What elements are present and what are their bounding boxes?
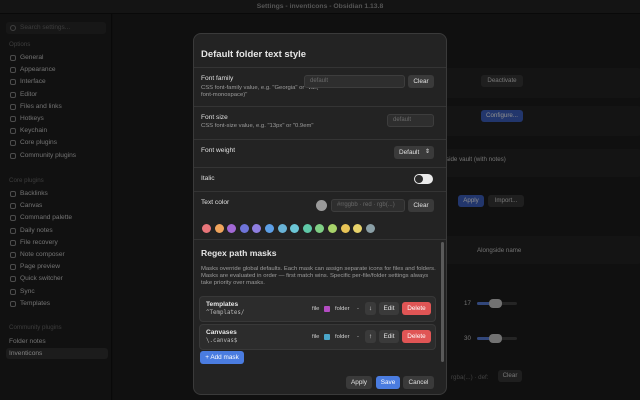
divider <box>194 139 446 140</box>
font-family-clear-button[interactable]: Clear <box>408 75 434 88</box>
mask-row: Templates ^Templates/file folder - ↓ Edit Dele… <box>199 296 436 322</box>
text-color-input[interactable]: #rrggbb · red · rgb(...) <box>331 199 405 212</box>
regex-section-desc: Masks override global defaults. Each mas… <box>201 266 436 287</box>
font-weight-label: Font weight <box>201 147 236 154</box>
mask-pattern: \.canvas$ <box>206 338 238 344</box>
divider <box>194 67 446 68</box>
color-swatch[interactable] <box>252 224 262 233</box>
color-swatch[interactable] <box>277 224 287 233</box>
mask-file-icon[interactable] <box>324 334 330 340</box>
color-picker-swatch[interactable] <box>316 200 327 211</box>
mask-edit-button[interactable]: Edit <box>379 302 399 315</box>
regex-section-title: Regex path masks <box>201 248 277 258</box>
color-swatch[interactable] <box>365 224 375 233</box>
font-size-desc: CSS font-size value, e.g. "13px" or "0.9… <box>201 123 314 129</box>
mask-delete-button[interactable]: Delete <box>402 302 431 315</box>
mask-delete-button[interactable]: Delete <box>402 330 431 343</box>
divider <box>194 167 446 168</box>
save-button[interactable]: Save <box>376 376 400 389</box>
color-swatch[interactable] <box>315 224 325 233</box>
cancel-button[interactable]: Cancel <box>403 376 434 389</box>
mask-file-label: file <box>312 306 320 312</box>
font-family-label: Font family <box>201 75 234 82</box>
font-family-input[interactable]: default <box>304 75 405 88</box>
modal-scrollbar[interactable] <box>441 242 444 362</box>
add-mask-button[interactable]: + Add mask <box>200 351 244 364</box>
font-size-label: Font size <box>201 114 228 121</box>
mask-move-button[interactable]: ↑ <box>365 330 376 343</box>
mask-move-button[interactable]: ↓ <box>365 302 376 315</box>
color-swatch[interactable] <box>302 224 312 233</box>
mask-folder-value: - <box>357 306 359 312</box>
color-swatch[interactable] <box>290 224 300 233</box>
color-swatch[interactable] <box>265 224 274 233</box>
color-swatch[interactable] <box>227 224 237 233</box>
mask-file-icon[interactable] <box>324 306 330 312</box>
divider <box>194 106 446 107</box>
mask-name: Canvases <box>206 329 237 336</box>
font-weight-select[interactable]: Default ⇕ <box>394 146 434 159</box>
mask-row: Canvases \.canvas$ file folder - ↑ Edit Delete <box>199 324 436 350</box>
color-swatch[interactable] <box>239 224 249 233</box>
color-swatch[interactable] <box>340 224 350 233</box>
mask-pattern: ^Templates/ <box>206 310 245 316</box>
italic-label: Italic <box>201 175 215 182</box>
mask-edit-button[interactable]: Edit <box>379 330 399 343</box>
italic-toggle[interactable] <box>414 174 433 184</box>
mask-folder-label: folder <box>335 334 350 340</box>
color-swatch[interactable] <box>353 224 363 233</box>
mask-file-label: file <box>312 334 320 340</box>
color-swatch[interactable] <box>328 224 337 233</box>
font-size-input[interactable]: default <box>387 114 434 127</box>
mask-folder-value: - <box>357 334 359 340</box>
chevron-updown-icon: ⇕ <box>424 149 430 155</box>
apply-button[interactable]: Apply <box>346 376 372 389</box>
mask-folder-label: folder <box>335 306 350 312</box>
folder-text-style-modal: Default folder text style Font family CS… <box>193 33 447 395</box>
mask-name: Templates <box>206 301 239 308</box>
divider <box>194 239 446 240</box>
divider <box>194 191 446 192</box>
color-swatch[interactable] <box>214 224 224 233</box>
text-color-label: Text color <box>201 199 230 206</box>
modal-title: Default folder text style <box>201 49 307 60</box>
text-color-clear-button[interactable]: Clear <box>408 199 434 212</box>
color-swatch[interactable] <box>202 224 211 233</box>
